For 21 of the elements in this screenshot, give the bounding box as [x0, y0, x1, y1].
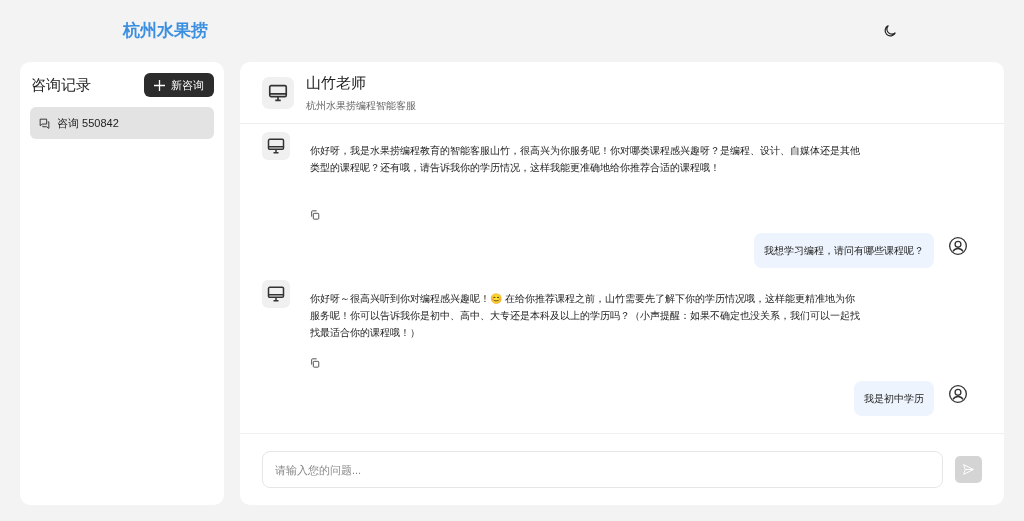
agent-name: 山竹老师 [306, 73, 367, 94]
user-message: 我是初中学历 [854, 381, 934, 416]
question-input-field[interactable]: 请输入您的问题... [262, 451, 943, 488]
app-title: 杭州水果捞 [123, 20, 208, 43]
copy-icon [310, 210, 320, 220]
user-icon [948, 384, 968, 404]
user-icon [948, 236, 968, 256]
user-message: 我想学习编程，请问有哪些课程呢？ [754, 233, 934, 268]
copy-icon [310, 358, 320, 368]
moon-icon [882, 23, 898, 39]
bot-message: 你好呀，我是水果捞编程教育的智能客服山竹，很高兴为你服务呢！你对哪类课程感兴趣呀？是编程、设计、自媒体还是其他类型的课程呢？还有哦，请告诉我你的学历情况，这样我能更准确地给你推荐合适的课程哦！ [310, 144, 861, 175]
send-icon [962, 463, 975, 476]
sidebar-title: 咨询记录 [31, 74, 91, 95]
agent-subtitle: 杭州水果捞编程智能客服 [306, 98, 416, 113]
plus-icon [154, 79, 165, 91]
new-consult-button[interactable]: 新咨询 [144, 73, 214, 97]
session-item[interactable]: 咨询 550842 [30, 107, 214, 139]
copy-button[interactable] [310, 358, 320, 368]
chat-bubbles-icon [38, 116, 51, 130]
bot-message: 你好呀～很高兴听到你对编程感兴趣呢！😊 在给你推荐课程之前，山竹需要先了解下你的学历情况哦，这样能更精准地为你服务呢！你可以告诉我你是初中、高中、大专还是本科及以上的学历吗？（小声提醒：如果不确定也没关系，我们可以一起找找最适合你的课程哦！） [310, 292, 861, 340]
copy-button[interactable] [310, 210, 320, 220]
